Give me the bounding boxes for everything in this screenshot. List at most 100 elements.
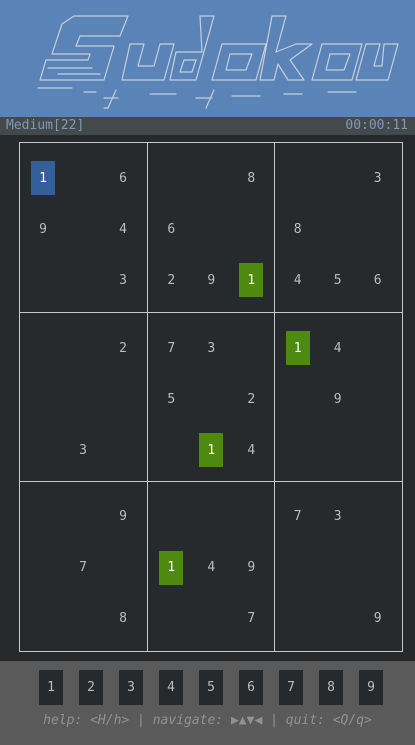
sudoku-cell[interactable] — [366, 212, 390, 246]
sudoku-cell[interactable] — [286, 551, 310, 585]
sudoku-cell[interactable]: 8 — [111, 602, 135, 636]
sudoku-cell[interactable] — [71, 212, 95, 246]
sudoku-cell[interactable]: 4 — [326, 331, 350, 365]
sudoku-cell[interactable]: 2 — [159, 263, 183, 297]
number-button-6[interactable]: 6 — [239, 670, 263, 705]
sudoku-cell[interactable] — [31, 263, 55, 297]
number-button-4[interactable]: 4 — [159, 670, 183, 705]
sudoku-cell[interactable]: 2 — [111, 331, 135, 365]
sudoku-cell[interactable] — [326, 602, 350, 636]
sudoku-cell[interactable]: 9 — [366, 602, 390, 636]
sudoku-cell[interactable]: 1 — [31, 161, 55, 195]
sudoku-cell[interactable]: 4 — [239, 433, 263, 467]
sudoku-cell[interactable]: 7 — [239, 602, 263, 636]
number-button-5[interactable]: 5 — [199, 670, 223, 705]
sudoku-cell[interactable] — [31, 602, 55, 636]
sudoku-cell[interactable]: 5 — [159, 382, 183, 416]
sudoku-cell[interactable] — [199, 382, 223, 416]
sudoku-cell[interactable] — [366, 551, 390, 585]
sudoku-cell[interactable]: 7 — [71, 551, 95, 585]
sudoku-cell[interactable] — [71, 500, 95, 534]
sudoku-cell[interactable] — [111, 433, 135, 467]
sudoku-cell[interactable] — [366, 433, 390, 467]
number-button-7[interactable]: 7 — [279, 670, 303, 705]
sudoku-cell[interactable]: 8 — [286, 212, 310, 246]
sudoku-cell[interactable] — [71, 382, 95, 416]
sudoku-cell[interactable]: 3 — [366, 161, 390, 195]
sudoku-cell[interactable]: 1 — [159, 550, 184, 585]
sudoku-cell[interactable] — [31, 551, 55, 585]
number-button-3[interactable]: 3 — [119, 670, 143, 705]
sudoku-cell[interactable] — [366, 331, 390, 365]
sudoku-cell[interactable] — [326, 161, 350, 195]
sudoku-cell[interactable] — [31, 382, 55, 416]
sudoku-cell[interactable]: 6 — [111, 161, 135, 195]
sudoku-board: 169438629138456237352141499781497739 — [19, 142, 403, 652]
sudoku-cell[interactable]: 3 — [71, 433, 95, 467]
sudoku-cell[interactable] — [286, 433, 310, 467]
number-button-1[interactable]: 1 — [39, 670, 63, 705]
sudoku-box: 3 8 456 — [275, 143, 402, 312]
sudoku-box: 1 6 9 4 3 — [20, 143, 147, 312]
sudoku-cell[interactable]: 9 — [326, 382, 350, 416]
sudoku-cell[interactable]: 3 — [326, 500, 350, 534]
sudoku-cell[interactable] — [239, 331, 263, 365]
timer: 00:00:11 — [345, 118, 408, 133]
sudoku-box: 23 — [20, 312, 148, 482]
sudoku-cell[interactable]: 9 — [239, 551, 263, 585]
status-bar: Medium[22] 00:00:11 — [0, 117, 415, 135]
sudoku-cell[interactable] — [71, 331, 95, 365]
sudoku-cell[interactable]: 6 — [159, 212, 183, 246]
sudoku-cell[interactable] — [326, 433, 350, 467]
sudoku-box: 8 6 291 — [147, 143, 275, 313]
sudoku-cell[interactable] — [239, 500, 263, 534]
sudoku-cell[interactable] — [366, 500, 390, 534]
sudoku-cell[interactable] — [159, 500, 183, 534]
sudoku-cell[interactable] — [31, 433, 55, 467]
sudoku-cell[interactable]: 7 — [286, 500, 310, 534]
header-banner — [0, 0, 415, 117]
sudoku-cell[interactable] — [286, 602, 310, 636]
sudoku-cell[interactable] — [326, 212, 350, 246]
sudoku-cell[interactable]: 9 — [31, 212, 55, 246]
sudoku-cell[interactable]: 1 — [199, 433, 224, 468]
sudoku-cell[interactable] — [239, 212, 263, 246]
sudoku-box: 735 214 — [147, 312, 275, 482]
sudoku-cell[interactable] — [199, 500, 223, 534]
number-button-2[interactable]: 2 — [79, 670, 103, 705]
sudoku-cell[interactable] — [111, 551, 135, 585]
sudoku-cell[interactable] — [31, 500, 55, 534]
sudoku-cell[interactable]: 3 — [111, 263, 135, 297]
sudoku-cell[interactable] — [326, 551, 350, 585]
sudoku-cell[interactable] — [71, 602, 95, 636]
number-button-8[interactable]: 8 — [319, 670, 343, 705]
sudoku-cell[interactable]: 9 — [199, 263, 223, 297]
sudoku-cell[interactable] — [111, 382, 135, 416]
number-button-9[interactable]: 9 — [359, 670, 383, 705]
sudoku-cell[interactable]: 1 — [239, 263, 264, 297]
sudoku-cell[interactable] — [159, 433, 183, 467]
sudoku-cell[interactable]: 9 — [111, 500, 135, 534]
sudoku-cell[interactable] — [286, 161, 310, 195]
sudoku-cell[interactable]: 4 — [199, 551, 223, 585]
sudoku-cell[interactable]: 1 — [285, 331, 310, 366]
sudoku-cell[interactable] — [31, 331, 55, 365]
sudoku-cell[interactable]: 4 — [286, 263, 310, 297]
sudoku-cell[interactable]: 3 — [199, 331, 223, 365]
sudoku-cell[interactable] — [286, 382, 310, 416]
sudoku-cell[interactable] — [159, 161, 183, 195]
sudoku-cell[interactable] — [366, 382, 390, 416]
sudoku-cell[interactable]: 5 — [326, 263, 350, 297]
sudoku-cell[interactable]: 8 — [239, 161, 263, 195]
sudoku-cell[interactable]: 2 — [239, 382, 263, 416]
sudoku-cell[interactable] — [199, 602, 223, 636]
sudoku-cell[interactable] — [71, 161, 95, 195]
sudoku-cell[interactable] — [199, 161, 223, 195]
sudoku-cell[interactable] — [199, 212, 223, 246]
sudoku-cell[interactable]: 4 — [111, 212, 135, 246]
sudoku-cell[interactable] — [71, 263, 95, 297]
sudoku-cell[interactable]: 7 — [159, 331, 183, 365]
sudoku-cell[interactable]: 6 — [366, 263, 390, 297]
sudoku-cell[interactable] — [159, 602, 183, 636]
number-pad: 1 2 3 4 5 6 7 8 9 help: <H/h> | navigate… — [0, 661, 415, 745]
